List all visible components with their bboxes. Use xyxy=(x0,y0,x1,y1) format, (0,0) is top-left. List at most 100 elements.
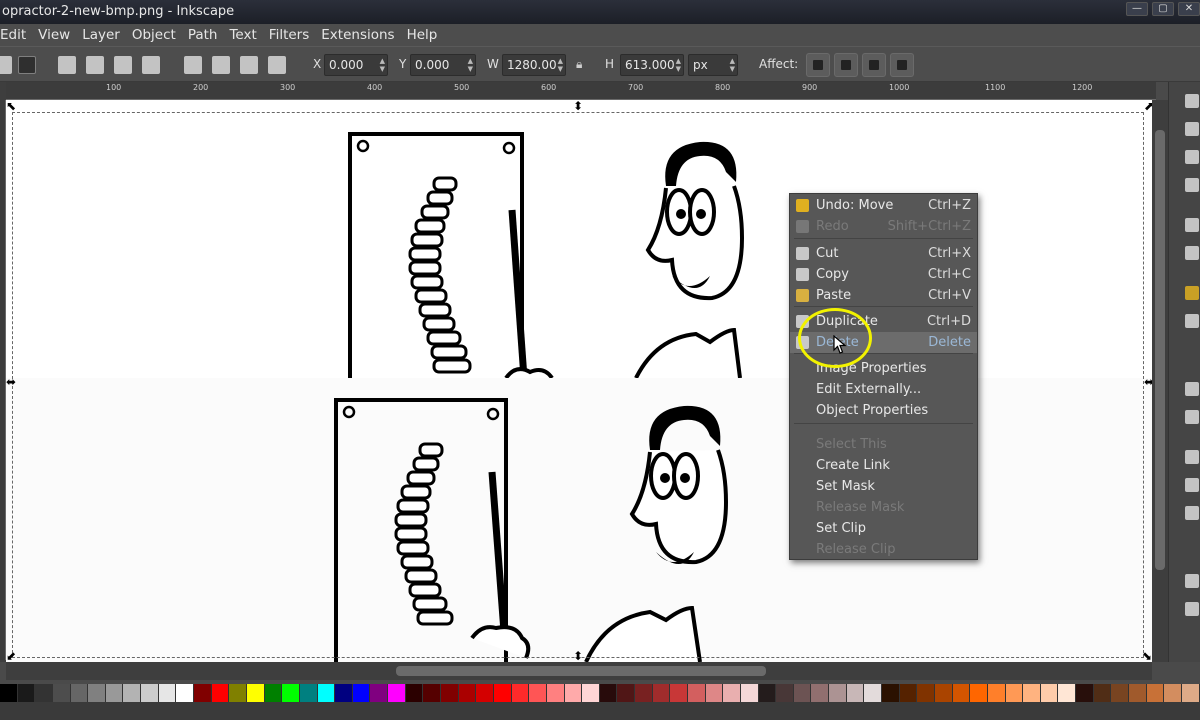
palette-swatch[interactable] xyxy=(493,684,512,702)
context-menu-item-paste[interactable]: Paste Ctrl+V xyxy=(790,285,977,306)
palette-swatch[interactable] xyxy=(158,684,177,702)
palette-swatch[interactable] xyxy=(1023,684,1041,702)
menu-extensions[interactable]: Extensions xyxy=(321,27,402,43)
lower-to-bottom-icon[interactable] xyxy=(268,56,286,74)
zoom-drawing-icon[interactable] xyxy=(1185,478,1199,492)
palette-swatch[interactable] xyxy=(846,684,865,702)
context-menu-item-edit-externally[interactable]: Edit Externally... xyxy=(790,379,977,400)
palette-swatch[interactable] xyxy=(70,684,89,702)
menu-object[interactable]: Object xyxy=(132,27,184,43)
palette-swatch[interactable] xyxy=(705,684,724,702)
palette-swatch[interactable] xyxy=(776,684,794,702)
menu-filters[interactable]: Filters xyxy=(269,27,317,43)
palette-swatch[interactable] xyxy=(546,684,565,702)
palette-swatch[interactable] xyxy=(740,684,759,702)
palette-swatch[interactable] xyxy=(1093,684,1112,702)
palette-swatch[interactable] xyxy=(317,684,336,702)
new-document-icon[interactable] xyxy=(1185,94,1199,108)
raise-icon[interactable] xyxy=(212,56,230,74)
palette-swatch[interactable] xyxy=(123,684,142,702)
palette-swatch[interactable] xyxy=(441,684,459,702)
menu-view[interactable]: View xyxy=(38,27,78,43)
scale-handle-se-icon[interactable]: ⬊ xyxy=(1142,650,1152,662)
w-input[interactable]: 1280.00 ▲ ▼ xyxy=(502,54,566,76)
scale-handle-nw-icon[interactable]: ⬉ xyxy=(6,100,18,112)
y-spin-arrows-icon[interactable]: ▲ ▼ xyxy=(468,57,473,73)
palette-swatch[interactable] xyxy=(811,684,830,702)
copy-dock-icon[interactable] xyxy=(1185,410,1199,424)
rotate-ccw-icon[interactable] xyxy=(58,56,76,74)
duplicate-dock-icon[interactable] xyxy=(1185,574,1199,588)
palette-swatch[interactable] xyxy=(423,684,442,702)
palette-swatch[interactable] xyxy=(88,684,106,702)
palette-swatch[interactable] xyxy=(987,684,1006,702)
unit-dropdown-icon[interactable]: ▲ ▼ xyxy=(730,57,735,73)
raise-to-top-icon[interactable] xyxy=(184,56,202,74)
palette-swatch[interactable] xyxy=(617,684,636,702)
palette-swatch[interactable] xyxy=(635,684,653,702)
palette-swatch[interactable] xyxy=(864,684,883,702)
context-menu-item-undo-move[interactable]: Undo: Move Ctrl+Z xyxy=(790,195,977,216)
palette-swatch[interactable] xyxy=(934,684,953,702)
context-menu-item-cut[interactable]: Cut Ctrl+X xyxy=(790,243,977,264)
palette-swatch[interactable] xyxy=(35,684,53,702)
affect-patterns-button[interactable] xyxy=(890,53,914,77)
save-icon[interactable] xyxy=(1185,150,1199,164)
context-menu-item-set-clip[interactable]: Set Clip xyxy=(790,518,977,539)
minimize-button[interactable]: — xyxy=(1126,2,1148,16)
palette-swatch[interactable] xyxy=(299,684,318,702)
vertical-scroll-thumb[interactable] xyxy=(1155,130,1165,570)
palette-swatch[interactable] xyxy=(246,684,265,702)
cut-dock-icon[interactable] xyxy=(1185,382,1199,396)
undo-dock-icon[interactable] xyxy=(1185,286,1199,300)
palette-swatch[interactable] xyxy=(758,684,777,702)
palette-swatch[interactable] xyxy=(564,684,583,702)
palette-swatch[interactable] xyxy=(282,684,300,702)
palette-swatch[interactable] xyxy=(1058,684,1077,702)
context-menu-item-copy[interactable]: Copy Ctrl+C xyxy=(790,264,977,285)
palette-swatch[interactable] xyxy=(1129,684,1147,702)
context-menu-item-object-properties[interactable]: Object Properties xyxy=(790,400,977,421)
palette-swatch[interactable] xyxy=(194,684,212,702)
scale-handle-sw-icon[interactable]: ⬋ xyxy=(6,650,18,662)
affect-rounded-corners-button[interactable] xyxy=(834,53,858,77)
clone-dock-icon[interactable] xyxy=(1185,602,1199,616)
vertical-scrollbar[interactable] xyxy=(1152,100,1168,662)
palette-swatch[interactable] xyxy=(970,684,988,702)
x-input[interactable]: 0.000 ▲ ▼ xyxy=(324,54,388,76)
palette-swatch[interactable] xyxy=(476,684,494,702)
close-button[interactable]: ✕ xyxy=(1178,2,1200,16)
palette-swatch[interactable] xyxy=(388,684,406,702)
palette-swatch[interactable] xyxy=(176,684,195,702)
export-icon[interactable] xyxy=(1185,246,1199,260)
lower-icon[interactable] xyxy=(240,56,258,74)
palette-swatch[interactable] xyxy=(105,684,124,702)
palette-swatch[interactable] xyxy=(1146,684,1165,702)
palette-swatch[interactable] xyxy=(599,684,618,702)
menu-text[interactable]: Text xyxy=(229,27,264,43)
horizontal-ruler[interactable]: 100 200 300 400 500 600 700 800 900 1000… xyxy=(6,82,1156,100)
palette-swatch[interactable] xyxy=(529,684,547,702)
scale-handle-ne-icon[interactable]: ⬈ xyxy=(1144,100,1152,112)
h-spin-arrows-icon[interactable]: ▲ ▼ xyxy=(676,57,681,73)
select-all-layers-icon[interactable] xyxy=(18,56,36,74)
import-icon[interactable] xyxy=(1185,218,1199,232)
horizontal-scrollbar[interactable] xyxy=(6,662,1152,680)
flip-horizontal-icon[interactable] xyxy=(114,56,132,74)
palette-swatch[interactable] xyxy=(1005,684,1024,702)
palette-swatch[interactable] xyxy=(264,684,283,702)
palette-swatch[interactable] xyxy=(652,684,671,702)
palette-swatch[interactable] xyxy=(582,684,600,702)
open-folder-icon[interactable] xyxy=(1185,122,1199,136)
y-input[interactable]: 0.000 ▲ ▼ xyxy=(410,54,476,76)
lock-icon[interactable]: 🔒︎ xyxy=(576,57,582,72)
zoom-icon[interactable] xyxy=(1185,450,1199,464)
palette-swatch[interactable] xyxy=(229,684,247,702)
menu-help[interactable]: Help xyxy=(407,27,446,43)
palette-swatch[interactable] xyxy=(0,684,18,702)
palette-swatch[interactable] xyxy=(1076,684,1094,702)
palette-swatch[interactable] xyxy=(211,684,230,702)
palette-swatch[interactable] xyxy=(952,684,971,702)
palette-swatch[interactable] xyxy=(335,684,353,702)
select-all-icon[interactable] xyxy=(0,56,12,74)
